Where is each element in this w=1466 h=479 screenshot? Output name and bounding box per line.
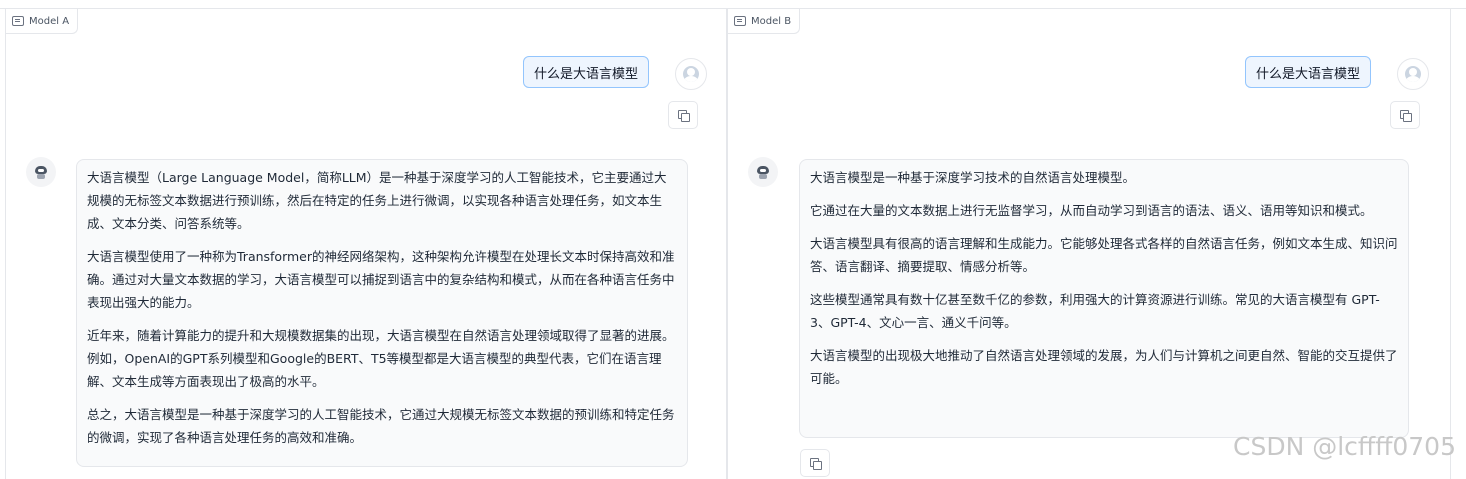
response-paragraph: 这些模型通常具有数十亿甚至数千亿的参数，利用强大的计算资源进行训练。常见的大语言… [810, 292, 1380, 330]
user-message-text: 什么是大语言模型 [1256, 66, 1361, 82]
model-b-panel: Model B 什么是大语言模型 大语言模型是一种基于深度学习技术的自然语言处理… [727, 9, 1451, 479]
copy-user-message-button[interactable] [1390, 101, 1420, 129]
robot-icon [756, 164, 770, 180]
model-a-label-text: Model A [29, 15, 70, 27]
model-b-label-text: Model B [751, 15, 792, 27]
top-divider [0, 0, 1466, 9]
response-paragraph: 大语言模型使用了一种称为Transformer的神经网络架构，这种架构允许模型在… [87, 249, 675, 310]
model-a-panel: Model A 什么是大语言模型 大语言模型（Large Language Mo… [5, 9, 727, 479]
response-paragraph: 大语言模型具有很高的语言理解和生成能力。它能够处理各式各样的自然语言任务，例如文… [810, 236, 1398, 274]
user-avatar [675, 58, 707, 90]
bot-response-bubble: 大语言模型是一种基于深度学习技术的自然语言处理模型。 它通过在大量的文本数据上进… [799, 159, 1409, 438]
user-message-bubble: 什么是大语言模型 [523, 56, 650, 88]
response-paragraph: 近年来，随着计算能力的提升和大规模数据集的出现，大语言模型在自然语言处理领域取得… [87, 328, 675, 389]
user-message-bubble: 什么是大语言模型 [1245, 56, 1372, 88]
copy-user-message-button[interactable] [668, 101, 698, 129]
user-avatar [1397, 58, 1429, 90]
user-avatar-icon [1405, 66, 1421, 82]
chat-icon [12, 16, 24, 26]
user-message-text: 什么是大语言模型 [534, 66, 639, 82]
copy-response-button[interactable] [800, 449, 830, 477]
robot-icon [34, 164, 48, 180]
copy-icon [1399, 109, 1412, 122]
copy-icon [677, 109, 690, 122]
bot-avatar [748, 157, 778, 187]
bot-response-bubble: 大语言模型（Large Language Model，简称LLM）是一种基于深度… [76, 159, 688, 467]
user-avatar-icon [683, 66, 699, 82]
chat-icon [734, 16, 746, 26]
response-paragraph: 大语言模型（Large Language Model，简称LLM）是一种基于深度… [87, 170, 667, 231]
copy-icon [809, 457, 822, 470]
bot-avatar [26, 157, 56, 187]
model-b-label: Model B [728, 9, 801, 34]
response-paragraph: 大语言模型的出现极大地推动了自然语言处理领域的发展，为人们与计算机之间更自然、智… [810, 348, 1398, 386]
response-paragraph: 它通过在大量的文本数据上进行无监督学习，从而自动学习到语言的语法、语义、语用等知… [810, 203, 1373, 218]
response-paragraph: 大语言模型是一种基于深度学习技术的自然语言处理模型。 [810, 170, 1136, 185]
watermark: CSDN @lcffff0705 [1233, 432, 1456, 461]
model-a-label: Model A [6, 9, 79, 34]
response-paragraph: 总之，大语言模型是一种基于深度学习的人工智能技术，它通过大规模无标签文本数据的预… [87, 407, 675, 445]
